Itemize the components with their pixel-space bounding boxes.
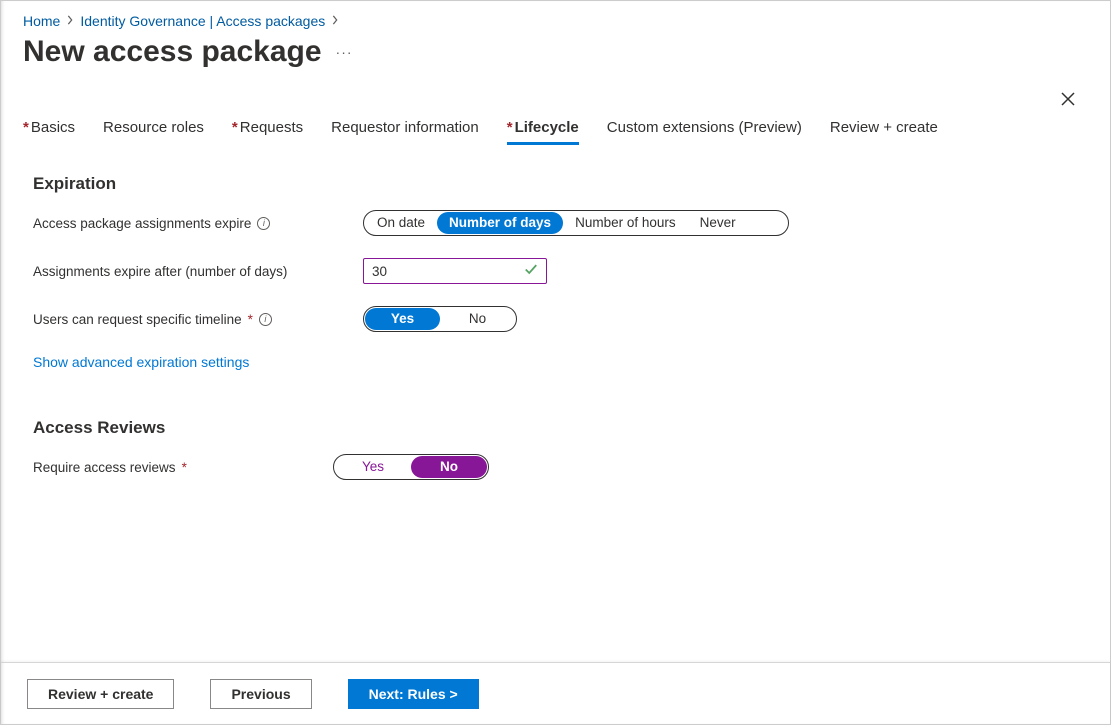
info-icon[interactable]: i [259, 313, 272, 326]
info-icon[interactable]: i [257, 217, 270, 230]
chevron-right-icon [66, 15, 74, 28]
section-expiration: Expiration [33, 174, 1090, 194]
tab-resource-roles[interactable]: Resource roles [103, 119, 204, 144]
expire-days-input[interactable]: 30 [363, 258, 547, 284]
label-request-specific-timeline: Users can request specific timeline [33, 312, 242, 327]
chevron-right-icon [331, 15, 339, 28]
expire-option-number-of-hours[interactable]: Number of hours [563, 212, 688, 234]
breadcrumb-identity-governance[interactable]: Identity Governance | Access packages [80, 13, 325, 29]
require-reviews-no[interactable]: No [411, 456, 487, 478]
require-reviews-yes[interactable]: Yes [335, 456, 411, 478]
tab-lifecycle[interactable]: *Lifecycle [507, 119, 579, 144]
label-expire-after-days: Assignments expire after (number of days… [33, 264, 287, 279]
expire-days-value: 30 [372, 264, 538, 279]
close-icon[interactable] [1060, 91, 1076, 112]
previous-button[interactable]: Previous [210, 679, 311, 709]
request-timeline-toggle[interactable]: Yes No [363, 306, 517, 332]
review-create-button[interactable]: Review + create [27, 679, 174, 709]
expire-option-never[interactable]: Never [688, 212, 748, 234]
link-advanced-expiration[interactable]: Show advanced expiration settings [33, 354, 249, 370]
next-button[interactable]: Next: Rules > [348, 679, 479, 709]
require-access-reviews-toggle[interactable]: Yes No [333, 454, 489, 480]
expire-option-number-of-days[interactable]: Number of days [437, 212, 563, 234]
label-assignments-expire: Access package assignments expire [33, 216, 251, 231]
more-actions-icon[interactable]: ··· [336, 44, 353, 60]
tabs: *Basics Resource roles *Requests Request… [1, 79, 1110, 144]
section-access-reviews: Access Reviews [33, 418, 1090, 438]
breadcrumb-home[interactable]: Home [23, 13, 60, 29]
tab-custom-extensions[interactable]: Custom extensions (Preview) [607, 119, 802, 144]
tab-basics[interactable]: *Basics [23, 119, 75, 144]
expire-option-on-date[interactable]: On date [365, 212, 437, 234]
request-timeline-yes[interactable]: Yes [365, 308, 440, 330]
label-require-access-reviews: Require access reviews [33, 460, 176, 475]
request-timeline-no[interactable]: No [440, 308, 515, 330]
breadcrumb: Home Identity Governance | Access packag… [1, 1, 1110, 29]
tab-requests[interactable]: *Requests [232, 119, 303, 144]
tab-requestor-information[interactable]: Requestor information [331, 119, 479, 144]
expire-mode-group[interactable]: On date Number of days Number of hours N… [363, 210, 789, 236]
page-title: New access package [23, 35, 322, 69]
checkmark-icon [524, 263, 538, 280]
tab-review-create[interactable]: Review + create [830, 119, 938, 144]
footer: Review + create Previous Next: Rules > [1, 662, 1110, 724]
